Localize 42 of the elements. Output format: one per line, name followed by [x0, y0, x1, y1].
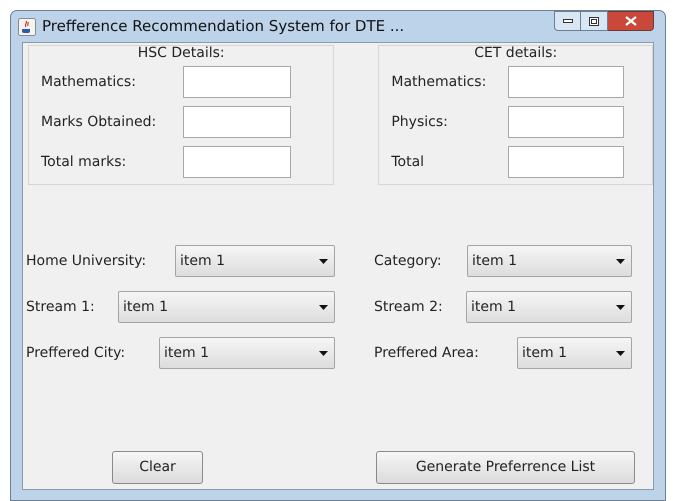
dropdown-label: Category:: [374, 252, 442, 270]
dropdown-label: Preffered Area:: [374, 344, 479, 362]
dropdown[interactable]: item 1: [467, 245, 632, 277]
input-field[interactable]: [183, 146, 291, 178]
input-field[interactable]: [508, 66, 624, 98]
field-label: Mathematics:: [41, 72, 137, 92]
close-button[interactable]: [608, 11, 654, 31]
dropdown-label: Preffered City:: [26, 344, 126, 362]
input-field[interactable]: [183, 106, 291, 138]
input-field[interactable]: [508, 106, 624, 138]
caret-icon: [616, 258, 625, 264]
input-field[interactable]: [183, 66, 291, 98]
window-title: Prefference Recommendation System for DTE ...: [42, 16, 404, 38]
field-label: Marks Obtained:: [41, 112, 158, 132]
dropdown[interactable]: item 1: [159, 337, 335, 369]
caret-icon: [616, 304, 625, 310]
field-label: Total marks:: [41, 152, 128, 172]
field-label: Mathematics:: [391, 72, 488, 92]
action-button[interactable]: Generate Preferrence List: [376, 451, 635, 484]
group-title: HSC Details:: [136, 44, 226, 63]
dropdown[interactable]: item 1: [118, 291, 335, 323]
close-icon: [624, 16, 636, 26]
input-field[interactable]: [508, 146, 624, 178]
maximize-icon: [589, 16, 599, 26]
minimize-button[interactable]: [554, 11, 581, 31]
java-cup-icon: [18, 18, 36, 36]
dropdown-label: Home University:: [26, 252, 146, 270]
dropdown[interactable]: item 1: [466, 291, 632, 323]
caret-icon: [319, 304, 328, 310]
dropdown-label: Stream 2:: [374, 298, 443, 316]
caret-icon: [319, 258, 328, 264]
dropdown-label: Stream 1:: [26, 298, 95, 316]
maximize-button[interactable]: [581, 11, 608, 31]
action-button[interactable]: Clear: [112, 451, 203, 484]
dropdown[interactable]: item 1: [175, 245, 335, 277]
dropdown[interactable]: item 1: [517, 337, 632, 369]
group-title: CET details:: [473, 44, 558, 63]
field-label: Total: [391, 152, 426, 172]
caret-icon: [319, 350, 328, 356]
caret-icon: [616, 350, 625, 356]
minimize-icon: [562, 19, 572, 23]
field-label: Physics:: [391, 112, 449, 132]
